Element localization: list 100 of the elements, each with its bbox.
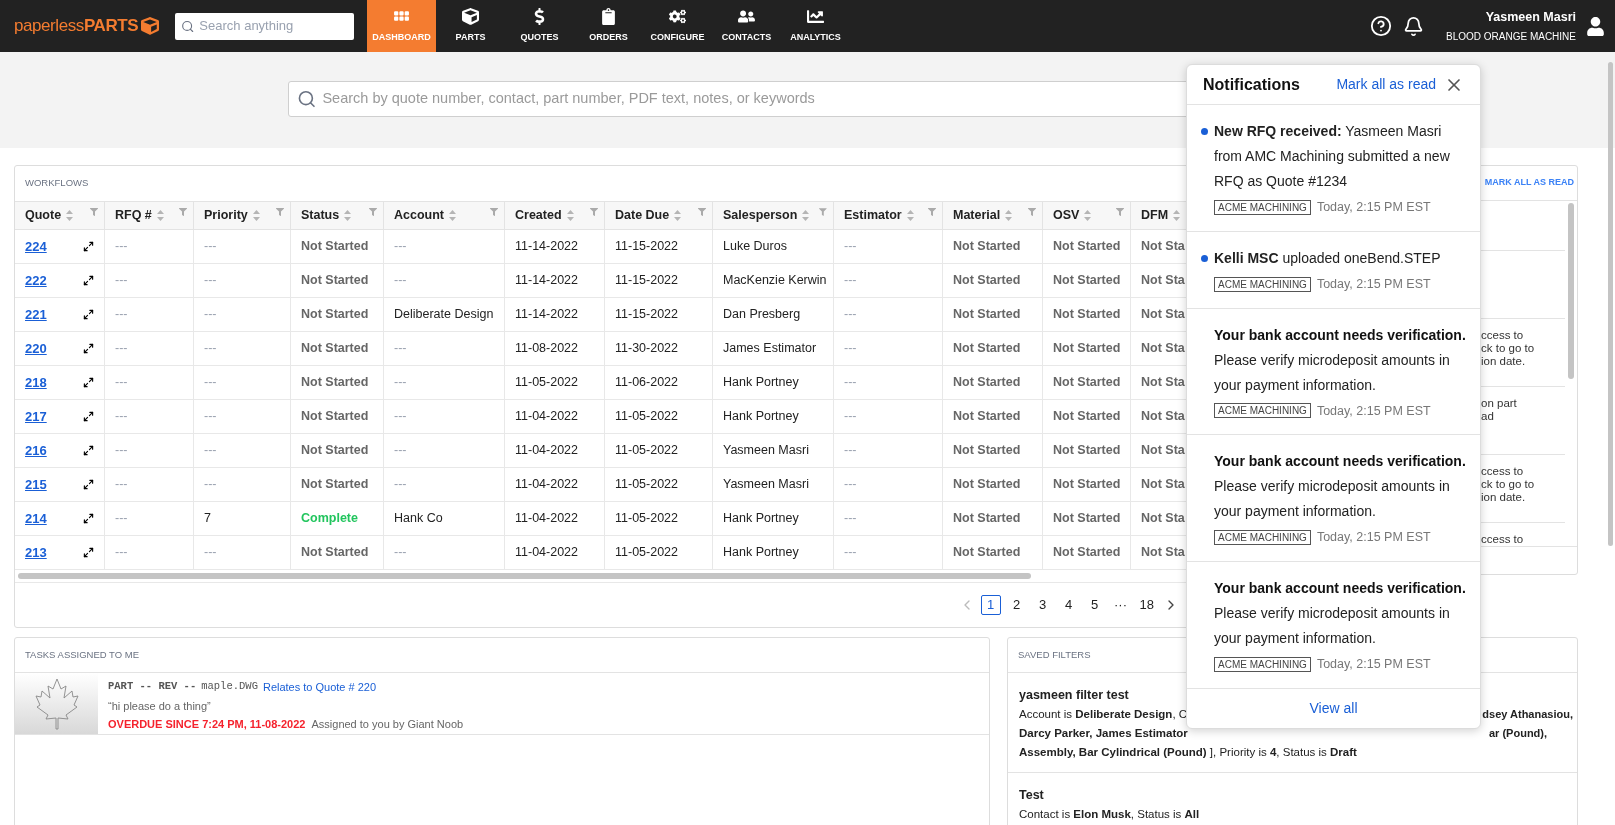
column-header[interactable]: Quote [25,206,62,225]
sort-icon[interactable] [1173,210,1181,221]
quote-link[interactable]: 221 [25,304,47,325]
search-input[interactable]: Search by quote number, contact, part number, PDF text, notes, or keywords [322,88,1184,110]
quote-link[interactable]: Relates to Quote # 220 [262,679,377,696]
quote-link[interactable]: 217 [25,406,47,427]
quote-link[interactable]: 214 [25,508,47,529]
expand-icon[interactable] [83,445,94,456]
nav-tab[interactable]: CONFIGURE [643,0,712,52]
expand-icon[interactable] [83,479,94,490]
column-header[interactable]: Date Due [615,206,670,225]
notification-item[interactable]: Your bank account needs verification. Please verify microdeposit amounts in your payment information. ACME MACHINING Today, 2:15 PM EST [1187,562,1480,689]
search-box[interactable]: Search anything [175,12,354,40]
table-cell-text: Not Started [1053,408,1121,426]
column-header[interactable]: Material [953,206,1001,225]
column-header[interactable]: Account [394,206,444,225]
page-button[interactable]: 4 [1058,595,1079,615]
table-cell-text: Not Started [953,442,1021,460]
column-header[interactable]: OSV [1053,206,1080,225]
filter-icon[interactable] [928,208,936,216]
notification-item[interactable]: Kelli MSC uploaded oneBend.STEP ACME MACHINING Today, 2:15 PM EST [1187,231,1480,309]
column-header[interactable]: Priority [204,206,248,225]
page-button[interactable]: 1 [980,595,1001,615]
page-button[interactable]: 2 [1006,595,1027,615]
filter-icon[interactable] [590,208,598,216]
expand-icon[interactable] [83,309,94,320]
page-button[interactable]: 18 [1136,595,1157,615]
table-cell-text: Not Started [301,340,369,358]
expand-icon[interactable] [83,547,94,558]
expand-icon[interactable] [83,343,94,354]
quote-link[interactable]: 213 [25,542,47,563]
filter-icon[interactable] [276,208,284,216]
mark-all-read-link[interactable]: MARK ALL AS READ [1484,176,1574,190]
column-header[interactable]: DFM [1141,206,1169,225]
table-cell-text: Not Started [953,374,1021,392]
filter-icon[interactable] [1116,208,1124,216]
quote-link[interactable]: 215 [25,474,47,495]
user-icon[interactable] [1586,16,1605,36]
notification-item[interactable]: Your bank account needs verification. Please verify microdeposit amounts in your payment information. ACME MACHINING Today, 2:15 PM EST [1187,435,1480,562]
notification-item[interactable]: Your bank account needs verification. Please verify microdeposit amounts in your payment information. ACME MACHINING Today, 2:15 PM EST [1187,308,1480,436]
table-cell-text: Yasmeen Masri [723,442,809,460]
search-input[interactable]: Search anything [199,16,348,36]
quote-link[interactable]: 218 [25,372,47,393]
nav-tab[interactable]: ORDERS [574,0,643,52]
table-cell-text: Not Started [301,442,369,460]
sort-icon[interactable] [1084,210,1092,221]
expand-icon[interactable] [83,241,94,252]
page-button[interactable]: 3 [1032,595,1053,615]
horizontal-scrollbar[interactable] [18,573,1031,579]
page-button[interactable]: ··· [1110,595,1131,615]
bell-icon[interactable] [1402,15,1424,37]
activity-text: ion date. [1481,355,1527,368]
nav-tab[interactable]: CONTACTS [712,0,781,52]
expand-icon[interactable] [83,411,94,422]
table-cell-text: --- [394,408,407,426]
sort-icon[interactable] [674,210,682,221]
column-header[interactable]: Salesperson [723,206,798,225]
column-header[interactable]: Status [301,206,340,225]
nav-tab[interactable]: PARTS [436,0,505,52]
sort-icon[interactable] [802,210,810,221]
vertical-scrollbar[interactable] [1568,203,1574,379]
mark-all-read-link[interactable]: Mark all as read [1336,74,1436,95]
filter-icon[interactable] [819,208,827,216]
table-cell-text: Not Sta [1141,238,1185,256]
quote-link[interactable]: 222 [25,270,47,291]
filter-icon[interactable] [179,208,187,216]
column-header[interactable]: Created [515,206,562,225]
sort-icon[interactable] [66,210,74,221]
table-cell-text: --- [204,408,217,426]
help-icon[interactable] [1369,15,1392,37]
notification-item[interactable]: New RFQ received: Yasmeen Masri from AMC Machining submitted a new RFQ as Quote #1234 ACME MACHINING Today, 2:15 PM EST [1187,105,1480,232]
quote-link[interactable]: 224 [25,236,47,257]
card-title: SAVED FILTERS [1018,647,1091,662]
page-button[interactable]: 5 [1084,595,1105,615]
filter-icon[interactable] [490,208,498,216]
sort-icon[interactable] [344,210,352,221]
filter-icon[interactable] [369,208,377,216]
quote-link[interactable]: 216 [25,440,47,461]
table-cell-text: 11-14-2022 [515,238,578,256]
filter-icon[interactable] [698,208,706,216]
sort-icon[interactable] [906,210,914,221]
page-scrollbar[interactable] [1608,62,1613,546]
filter-icon[interactable] [90,208,98,216]
nav-tab[interactable]: ANALYTICS [781,0,850,52]
column-header[interactable]: RFQ # [115,206,152,225]
sort-icon[interactable] [252,210,260,221]
table-cell-text: --- [844,272,857,290]
cube-logo-icon [141,17,160,35]
sort-icon[interactable] [156,210,164,221]
sort-icon[interactable] [566,210,574,221]
expand-icon[interactable] [83,513,94,524]
expand-icon[interactable] [83,377,94,388]
column-header[interactable]: Estimator [844,206,902,225]
filter-icon[interactable] [1028,208,1036,216]
sort-icon[interactable] [1005,210,1013,221]
expand-icon[interactable] [83,275,94,286]
quote-link[interactable]: 220 [25,338,47,359]
view-all-link[interactable]: View all [1309,697,1358,719]
nav-tab[interactable]: QUOTES [505,0,574,52]
sort-icon[interactable] [449,210,456,221]
